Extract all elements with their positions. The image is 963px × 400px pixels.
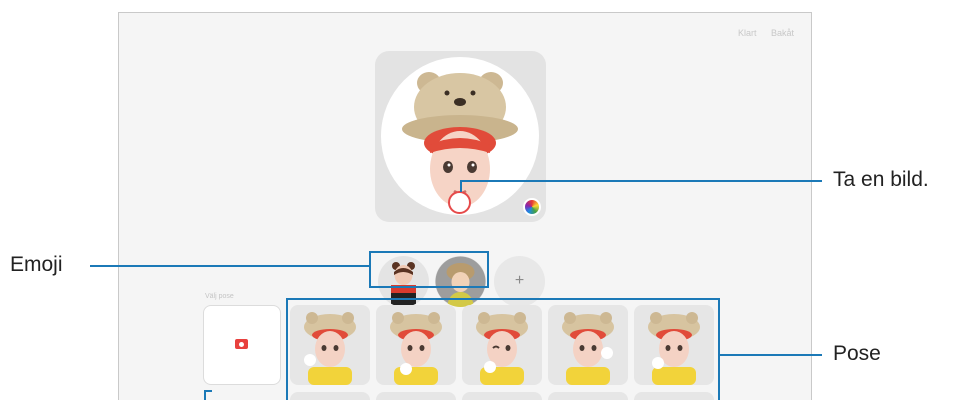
emoji-highlight-frame — [369, 251, 489, 288]
camera-icon — [235, 339, 248, 349]
emoji-callout-line — [90, 265, 369, 267]
pose-section-title: Välj pose — [205, 293, 234, 300]
color-wheel-icon[interactable] — [523, 198, 541, 216]
pose-highlight-box — [286, 298, 720, 400]
second-row-highlight-corner — [204, 390, 212, 400]
pose-label: Pose — [833, 342, 881, 365]
done-button[interactable]: Klart — [738, 28, 757, 38]
camera-tile[interactable] — [203, 305, 281, 385]
emoji-label: Emoji — [10, 253, 63, 276]
shutter-button[interactable] — [448, 191, 471, 214]
pose-callout-line — [720, 354, 822, 356]
take-photo-label: Ta en bild. — [833, 168, 929, 191]
stage: Klart Bakåt + Välj pose Ta en bild. Emoj… — [0, 0, 963, 400]
back-button[interactable]: Bakåt — [771, 28, 794, 38]
take-photo-callout-line — [460, 180, 822, 182]
